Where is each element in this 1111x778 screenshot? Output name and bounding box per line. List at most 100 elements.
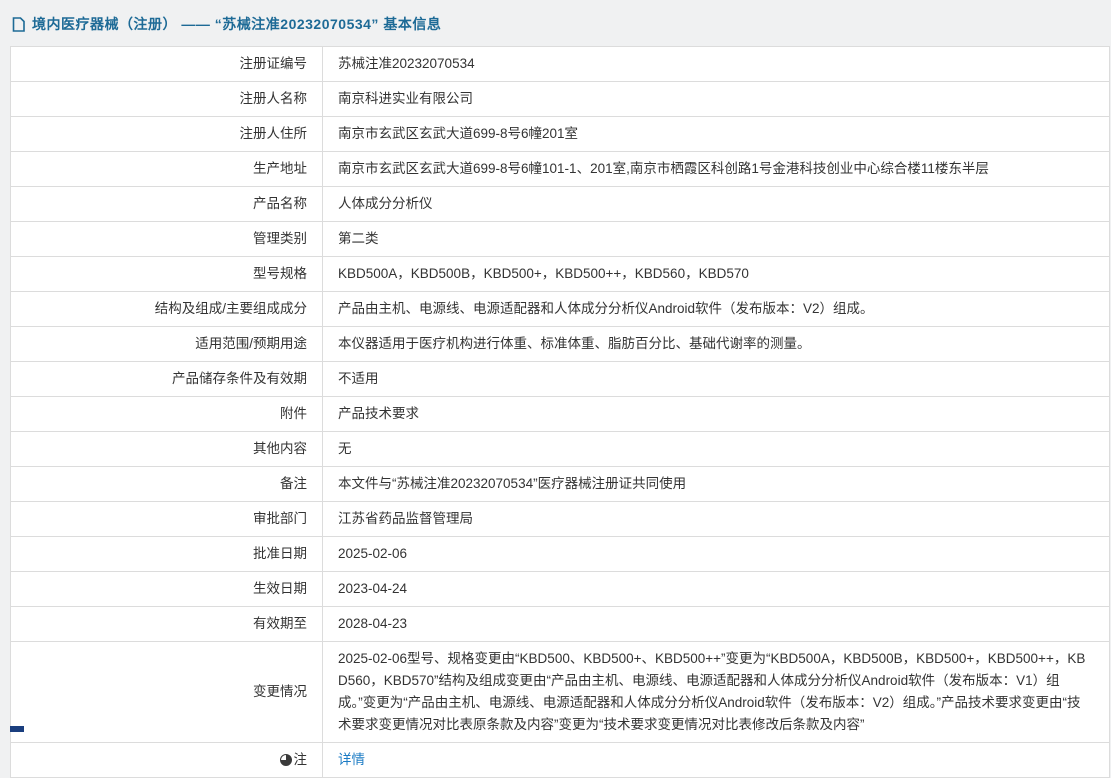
footer-strip: [10, 726, 24, 732]
row-label: 其他内容: [11, 432, 323, 467]
table-row: 注册证编号 苏械注准20232070534: [11, 47, 1110, 82]
row-value-text: 江苏省药品监督管理局: [338, 511, 473, 526]
row-value: 详情: [323, 743, 1110, 778]
table-row: 管理类别 第二类: [11, 222, 1110, 257]
row-label: 生产地址: [11, 152, 323, 187]
row-value: 江苏省药品监督管理局: [323, 502, 1110, 537]
row-label-text: 注: [294, 752, 308, 767]
row-label: 批准日期: [11, 537, 323, 572]
table-row: 有效期至 2028-04-23: [11, 607, 1110, 642]
row-value-text: 人体成分分析仪: [338, 196, 433, 211]
page-title: 境内医疗器械（注册） —— “苏械注准20232070534” 基本信息: [32, 14, 441, 34]
row-value: 产品技术要求: [323, 397, 1110, 432]
row-label-text: 注册证编号: [240, 56, 308, 71]
row-value: 不适用: [323, 362, 1110, 397]
row-value-text: KBD500A，KBD500B，KBD500+，KBD500++，KBD560，…: [338, 266, 749, 281]
row-label-text: 注册人名称: [240, 91, 308, 106]
table-row: 注 详情: [11, 743, 1110, 778]
table-row: 结构及组成/主要组成成分 产品由主机、电源线、电源适配器和人体成分分析仪Andro…: [11, 292, 1110, 327]
row-value: 2023-04-24: [323, 572, 1110, 607]
row-label: 产品储存条件及有效期: [11, 362, 323, 397]
table-row: 产品名称 人体成分分析仪: [11, 187, 1110, 222]
row-label-text: 其他内容: [253, 441, 307, 456]
table-row: 型号规格 KBD500A，KBD500B，KBD500+，KBD500++，KBD…: [11, 257, 1110, 292]
row-value: 苏械注准20232070534: [323, 47, 1110, 82]
row-label: 注: [11, 743, 323, 778]
row-value: 本文件与“苏械注准20232070534”医疗器械注册证共同使用: [323, 467, 1110, 502]
table-row: 附件 产品技术要求: [11, 397, 1110, 432]
detail-link[interactable]: 详情: [338, 752, 365, 767]
row-value-text: 南京科进实业有限公司: [338, 91, 473, 106]
row-value: 本仪器适用于医疗机构进行体重、标准体重、脂肪百分比、基础代谢率的测量。: [323, 327, 1110, 362]
row-label-text: 注册人住所: [240, 126, 308, 141]
row-value: 南京市玄武区玄武大道699-8号6幢101-1、201室,南京市栖霞区科创路1号…: [323, 152, 1110, 187]
row-value-text: 不适用: [338, 371, 379, 386]
row-label-text: 有效期至: [253, 616, 307, 631]
row-value: 南京市玄武区玄武大道699-8号6幢201室: [323, 117, 1110, 152]
row-label: 结构及组成/主要组成成分: [11, 292, 323, 327]
row-label: 适用范围/预期用途: [11, 327, 323, 362]
row-value-text: 无: [338, 441, 352, 456]
table-row: 备注 本文件与“苏械注准20232070534”医疗器械注册证共同使用: [11, 467, 1110, 502]
row-label: 产品名称: [11, 187, 323, 222]
row-value: 第二类: [323, 222, 1110, 257]
row-value-text: 第二类: [338, 231, 379, 246]
row-label: 变更情况: [11, 642, 323, 743]
row-value: KBD500A，KBD500B，KBD500+，KBD500++，KBD560，…: [323, 257, 1110, 292]
row-label-text: 备注: [280, 476, 307, 491]
row-label-text: 生效日期: [253, 581, 307, 596]
row-value: 2025-02-06型号、规格变更由“KBD500、KBD500+、KBD500…: [323, 642, 1110, 743]
table-row: 生产地址 南京市玄武区玄武大道699-8号6幢101-1、201室,南京市栖霞区科…: [11, 152, 1110, 187]
row-label: 型号规格: [11, 257, 323, 292]
document-icon: [12, 17, 25, 32]
row-label-text: 变更情况: [253, 684, 307, 699]
row-label: 注册人住所: [11, 117, 323, 152]
row-value-text: 2025-02-06型号、规格变更由“KBD500、KBD500+、KBD500…: [338, 651, 1085, 732]
table-row: 产品储存条件及有效期 不适用: [11, 362, 1110, 397]
table-row: 生效日期 2023-04-24: [11, 572, 1110, 607]
info-table: 注册证编号 苏械注准20232070534 注册人名称 南京科进实业有限公司注册人住所…: [10, 46, 1110, 778]
row-value: 2025-02-06: [323, 537, 1110, 572]
table-row: 审批部门 江苏省药品监督管理局: [11, 502, 1110, 537]
row-label-text: 批准日期: [253, 546, 307, 561]
note-circle-icon: [280, 754, 292, 766]
row-value-text: 苏械注准20232070534: [338, 56, 475, 71]
row-value-text: 南京市玄武区玄武大道699-8号6幢101-1、201室,南京市栖霞区科创路1号…: [338, 161, 989, 176]
row-value-text: 产品技术要求: [338, 406, 419, 421]
row-value-text: 2025-02-06: [338, 546, 407, 561]
row-label: 有效期至: [11, 607, 323, 642]
row-label-text: 管理类别: [253, 231, 307, 246]
row-value: 2028-04-23: [323, 607, 1110, 642]
table-row: 其他内容 无: [11, 432, 1110, 467]
row-value-text: 南京市玄武区玄武大道699-8号6幢201室: [338, 126, 578, 141]
row-label: 附件: [11, 397, 323, 432]
table-row: 适用范围/预期用途 本仪器适用于医疗机构进行体重、标准体重、脂肪百分比、基础代谢率…: [11, 327, 1110, 362]
row-label: 生效日期: [11, 572, 323, 607]
table-row: 注册人住所 南京市玄武区玄武大道699-8号6幢201室: [11, 117, 1110, 152]
row-label: 管理类别: [11, 222, 323, 257]
row-value: 南京科进实业有限公司: [323, 82, 1110, 117]
row-label-text: 附件: [280, 406, 307, 421]
row-label-text: 生产地址: [253, 161, 307, 176]
row-label: 注册证编号: [11, 47, 323, 82]
table-row: 注册人名称 南京科进实业有限公司: [11, 82, 1110, 117]
row-value-text: 2023-04-24: [338, 581, 407, 596]
table-row: 变更情况 2025-02-06型号、规格变更由“KBD500、KBD500+、KB…: [11, 642, 1110, 743]
row-label-text: 审批部门: [253, 511, 307, 526]
row-label-text: 产品储存条件及有效期: [172, 371, 307, 386]
info-table-body: 注册证编号 苏械注准20232070534 注册人名称 南京科进实业有限公司注册人住所…: [11, 47, 1110, 778]
row-label: 注册人名称: [11, 82, 323, 117]
row-value-text: 产品由主机、电源线、电源适配器和人体成分分析仪Android软件（发布版本：V2…: [338, 301, 874, 316]
row-label-text: 产品名称: [253, 196, 307, 211]
page-header: 境内医疗器械（注册） —— “苏械注准20232070534” 基本信息: [0, 0, 1111, 46]
row-label: 审批部门: [11, 502, 323, 537]
row-value: 无: [323, 432, 1110, 467]
row-label-text: 结构及组成/主要组成成分: [155, 301, 307, 316]
table-row: 批准日期 2025-02-06: [11, 537, 1110, 572]
row-value: 人体成分分析仪: [323, 187, 1110, 222]
row-label: 备注: [11, 467, 323, 502]
row-label-text: 型号规格: [253, 266, 307, 281]
row-label-text: 适用范围/预期用途: [195, 336, 307, 351]
row-value-text: 本文件与“苏械注准20232070534”医疗器械注册证共同使用: [338, 476, 686, 491]
row-value: 产品由主机、电源线、电源适配器和人体成分分析仪Android软件（发布版本：V2…: [323, 292, 1110, 327]
